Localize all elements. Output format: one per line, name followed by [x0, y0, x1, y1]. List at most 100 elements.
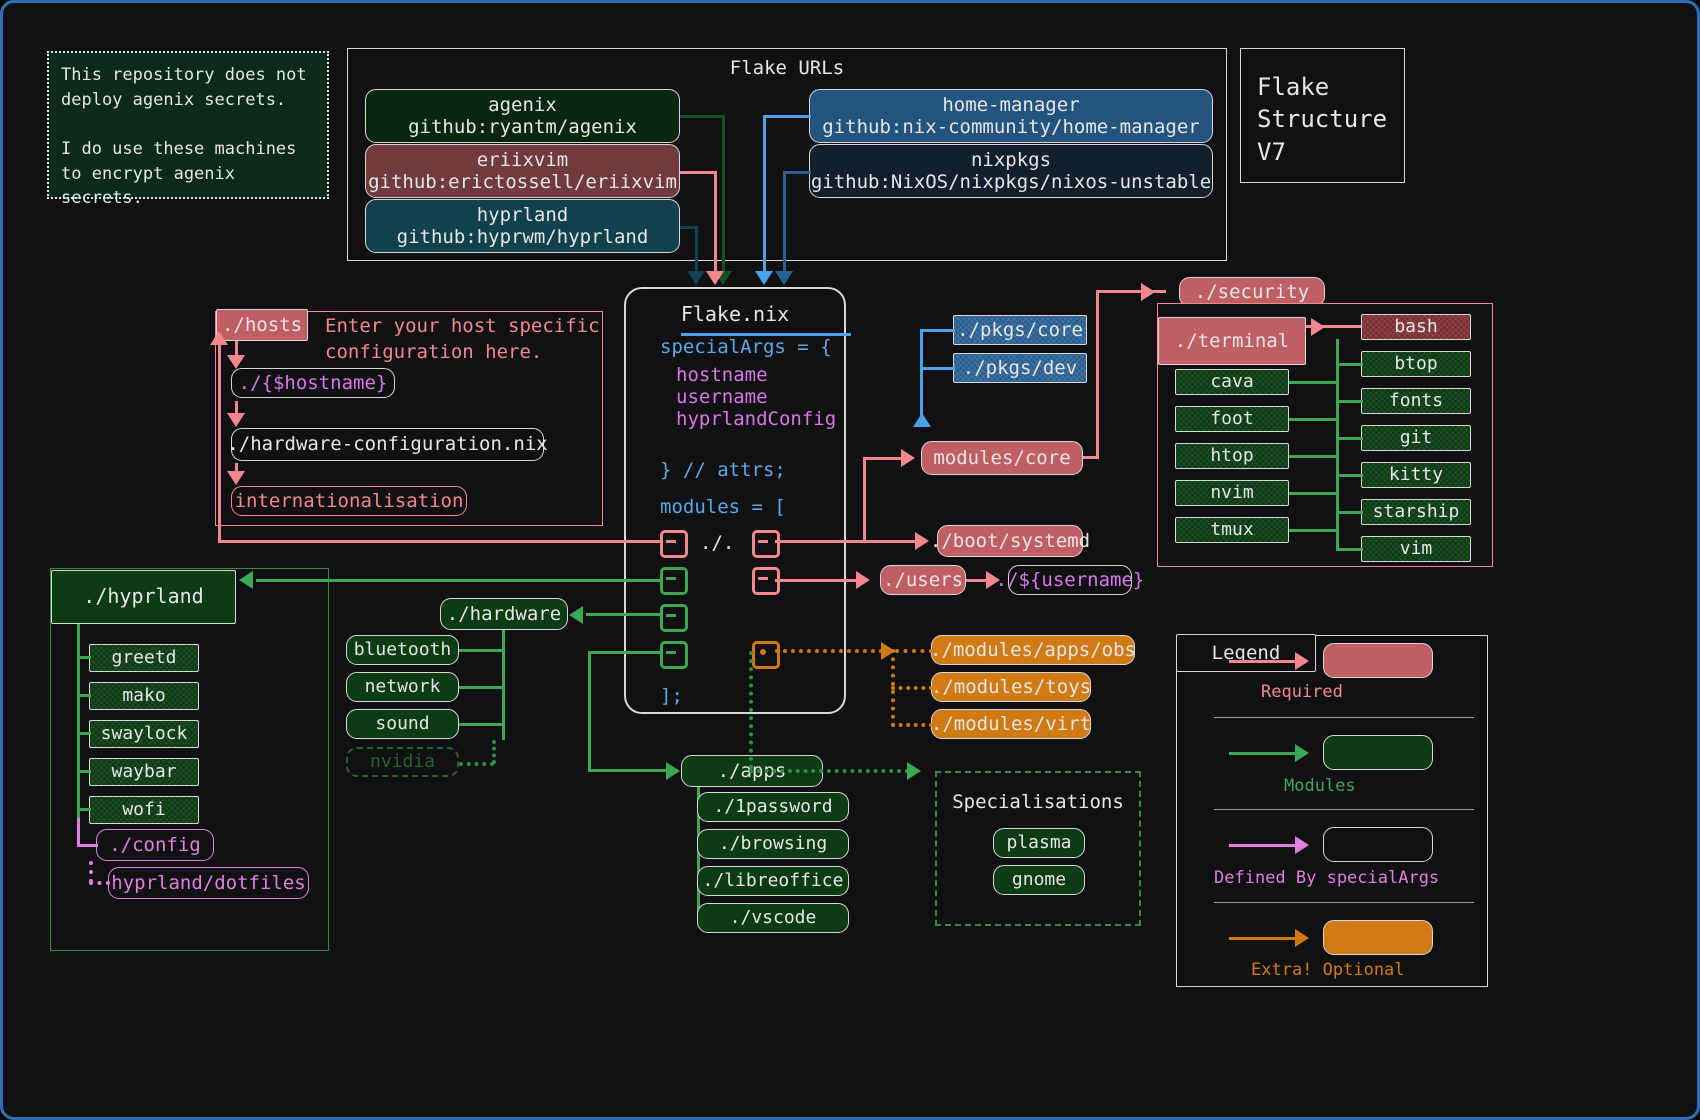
hyprland-config-v — [77, 818, 80, 846]
terminal-item-kitty[interactable]: kitty — [1361, 462, 1471, 488]
input-eriixvim-url: github:erictossell/eriixvim — [368, 171, 677, 193]
link-eriixvim-v — [714, 171, 717, 273]
pkgs-core-line — [920, 329, 955, 332]
modules-virt[interactable]: ./modules/virt — [931, 709, 1091, 739]
hyprland-config[interactable]: ./config — [96, 829, 214, 861]
terminal-label[interactable]: ./terminal — [1158, 317, 1306, 365]
hyprland-item-wofi[interactable]: wofi — [89, 796, 199, 824]
hyprland-item-waybar[interactable]: waybar — [89, 758, 199, 786]
module-port-left-3[interactable] — [660, 604, 688, 632]
hardware-item-nvidia[interactable]: nvidia — [346, 747, 459, 777]
hyprland-rail-arrow — [239, 571, 253, 589]
extra-rail-virt — [891, 723, 933, 727]
title-card: Flake Structure V7 — [1240, 48, 1405, 183]
legend-divider-2 — [1214, 809, 1474, 810]
input-nixpkgs[interactable]: nixpkgs github:NixOS/nixpkgs/nixos-unsta… — [809, 144, 1213, 198]
terminal-item-fonts[interactable]: fonts — [1361, 388, 1471, 414]
hyprland-config-h — [77, 844, 98, 847]
terminal-item-git[interactable]: git — [1361, 425, 1471, 451]
input-home-manager[interactable]: home-manager github:nix-community/home-m… — [809, 89, 1213, 143]
hyprland-dotfiles[interactable]: hyprland/dotfiles — [108, 867, 309, 899]
terminal-item-bash[interactable]: bash — [1361, 314, 1471, 340]
hardware-l-sound — [459, 723, 504, 726]
hardware-l-nvidia — [459, 762, 494, 766]
hosts-child-hostname[interactable]: ./{$hostname} — [231, 368, 395, 398]
module-port-right-3[interactable] — [752, 641, 780, 669]
hyprland-spine — [77, 624, 80, 824]
users-child-username[interactable]: ./${username} — [996, 565, 1144, 595]
terminal-item-nvim[interactable]: nvim — [1175, 480, 1289, 506]
hyprland-item-greetd[interactable]: greetd — [89, 644, 199, 672]
link-eriixvim-arrow — [706, 271, 724, 285]
module-port-left-2[interactable] — [660, 567, 688, 595]
hyprland-dotfiles-v — [89, 861, 93, 883]
code-self-path: ./. — [700, 532, 735, 554]
legend-arrow-optional — [1295, 929, 1309, 947]
module-port-left-4[interactable] — [660, 641, 688, 669]
legend-arrow-modules — [1295, 744, 1309, 762]
hardware-item-network[interactable]: network — [346, 672, 459, 702]
hosts-rail — [218, 540, 663, 543]
hosts-label[interactable]: ./hosts — [216, 309, 308, 341]
agenix-note: This repository does not deploy agenix s… — [47, 51, 329, 208]
hardware-l-bluetooth — [459, 649, 504, 652]
input-eriixvim-name: eriixvim — [476, 148, 569, 171]
hyprland-item-mako[interactable]: mako — [89, 682, 199, 710]
hyprland-l-greetd — [77, 656, 91, 659]
modules-core[interactable]: modules/core — [921, 441, 1083, 475]
input-agenix[interactable]: agenix github:ryantm/agenix — [365, 89, 680, 143]
pkgs-core[interactable]: ./pkgs/core — [953, 315, 1087, 345]
boot-systemd[interactable]: ./boot/systemd — [930, 525, 1090, 557]
security-arrow — [1141, 283, 1155, 301]
security-stem — [1096, 290, 1099, 458]
code-arg-hostname: hostname — [676, 364, 768, 386]
hosts-arrow-3 — [227, 471, 245, 485]
input-hyprland[interactable]: hyprland github:hyprwm/hyprland — [365, 199, 680, 253]
modules-toys[interactable]: ./modules/toys — [931, 672, 1091, 702]
terminal-r-kitty — [1336, 474, 1363, 477]
specialisation-plasma[interactable]: plasma — [993, 828, 1085, 858]
code-modules-close: ]; — [660, 685, 683, 707]
terminal-item-starship[interactable]: starship — [1361, 499, 1471, 525]
terminal-item-cava[interactable]: cava — [1175, 369, 1289, 395]
input-eriixvim[interactable]: eriixvim github:erictossell/eriixvim — [365, 144, 680, 198]
hyprland-l-mako — [77, 694, 91, 697]
link-hyprland-v — [695, 226, 698, 273]
terminal-l-tmux — [1289, 529, 1338, 532]
username-line — [966, 579, 988, 582]
module-port-left-1[interactable] — [660, 530, 688, 558]
input-nixpkgs-name: nixpkgs — [970, 148, 1052, 171]
apps-item-1password[interactable]: ./1password — [697, 792, 849, 822]
hardware-item-bluetooth[interactable]: bluetooth — [346, 635, 459, 665]
extra-rail-toys — [891, 686, 933, 690]
users[interactable]: ./users — [880, 565, 966, 595]
modules-core-line — [863, 457, 903, 460]
spec-feed-h — [749, 769, 909, 773]
hyprland-label[interactable]: ./hyprland — [51, 570, 236, 624]
module-port-right-1[interactable] — [752, 530, 780, 558]
terminal-item-tmux[interactable]: tmux — [1175, 517, 1289, 543]
hardware-item-sound[interactable]: sound — [346, 709, 459, 739]
code-arg-username: username — [676, 386, 768, 408]
pkgs-dev[interactable]: ./pkgs/dev — [953, 353, 1087, 383]
input-hyprland-url: github:hyprwm/hyprland — [396, 226, 649, 248]
specialisation-gnome[interactable]: gnome — [993, 865, 1085, 895]
legend-arrow-required — [1295, 652, 1309, 670]
input-agenix-name: agenix — [488, 93, 557, 116]
terminal-item-btop[interactable]: btop — [1361, 351, 1471, 377]
hyprland-item-swaylock[interactable]: swaylock — [89, 720, 199, 748]
hosts-child-hardware-config[interactable]: ./hardware-configuration.nix — [227, 428, 548, 461]
terminal-item-htop[interactable]: htop — [1175, 443, 1289, 469]
terminal-item-foot[interactable]: foot — [1175, 406, 1289, 432]
apps-feed-h-top — [588, 651, 662, 654]
hosts-child-internationalisation[interactable]: internationalisation — [231, 486, 467, 516]
legend-arrow-specialargs — [1295, 836, 1309, 854]
apps-item-browsing[interactable]: ./browsing — [697, 829, 849, 859]
security-stem-foot — [1083, 456, 1099, 459]
terminal-item-vim[interactable]: vim — [1361, 536, 1471, 562]
hardware-label[interactable]: ./hardware — [440, 598, 568, 630]
modules-apps-obs[interactable]: ./modules/apps/obs — [930, 635, 1136, 665]
terminal-l-foot — [1289, 418, 1338, 421]
apps-item-vscode[interactable]: ./vscode — [697, 903, 849, 933]
apps-item-libreoffice[interactable]: ./libreoffice — [697, 866, 849, 896]
